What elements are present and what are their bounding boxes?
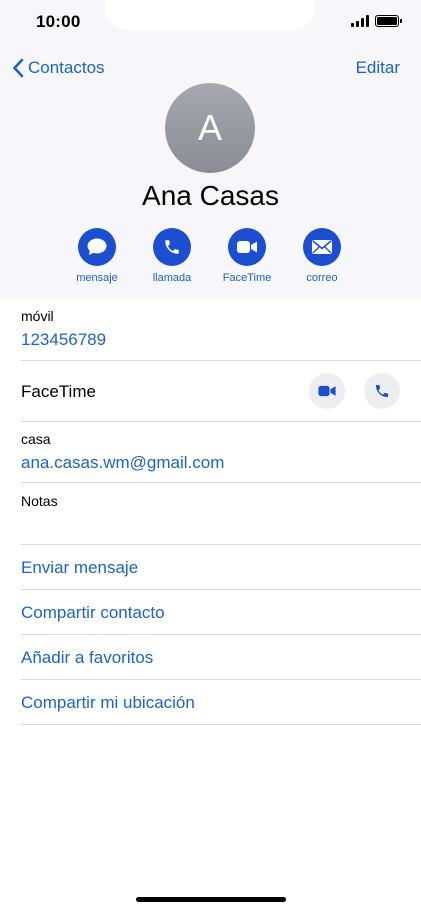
share-location-link[interactable]: Compartir mi ubicación [21,693,195,713]
message-bubble-icon [87,238,107,255]
contact-name: Ana Casas [142,180,279,211]
phone-icon [376,385,388,397]
divider [21,679,421,680]
facetime-action-label: FaceTime [222,272,272,284]
notes-label: Notas [21,493,58,509]
mail-action-label: correo [306,272,338,284]
call-action-label: llamada [152,272,192,284]
avatar-initial: A [197,107,222,148]
notes-row[interactable]: Notas [21,493,400,509]
divider [21,589,421,590]
envelope-icon [312,240,332,254]
message-action-button[interactable]: mensaje [62,228,132,284]
divider [21,360,421,361]
avatar: A [165,83,255,173]
facetime-action-button[interactable]: FaceTime [212,228,282,284]
divider [21,724,421,725]
signal-icon [351,15,369,27]
send-message-link[interactable]: Enviar mensaje [21,558,138,578]
email-label: casa [21,431,51,447]
facetime-video-button[interactable] [309,373,345,409]
phone-label: móvil [21,308,54,324]
divider [21,634,421,635]
video-camera-icon [318,385,336,397]
phone-row[interactable]: móvil 123456789 [21,308,400,350]
back-button-label: Contactos [28,58,105,77]
back-button[interactable]: Contactos [12,56,105,80]
message-action-label: mensaje [76,272,118,284]
edit-button[interactable]: Editar [356,58,400,78]
contact-header: 10:00 Contactos Editar A Ana Casas mensa… [0,0,421,299]
email-value[interactable]: ana.casas.wm@gmail.com [21,453,400,473]
battery-icon [375,15,402,27]
share-contact-link[interactable]: Compartir contacto [21,603,165,623]
phone-value[interactable]: 123456789 [21,330,400,350]
video-camera-icon [237,241,257,253]
divider [21,544,421,545]
status-indicators [351,14,402,28]
email-row[interactable]: casa ana.casas.wm@gmail.com [21,431,400,473]
quick-actions: mensaje llamada FaceTime correo [0,228,421,288]
mail-action-button[interactable]: correo [287,228,357,284]
divider [21,421,421,422]
add-to-favorites-link[interactable]: Añadir a favoritos [21,648,153,668]
chevron-left-icon [13,58,24,78]
device-notch [105,0,315,30]
facetime-audio-button[interactable] [364,373,400,409]
divider [21,482,421,483]
call-action-button[interactable]: llamada [137,228,207,284]
phone-icon [165,240,179,254]
status-time: 10:00 [36,12,81,31]
home-indicator[interactable] [136,897,286,902]
